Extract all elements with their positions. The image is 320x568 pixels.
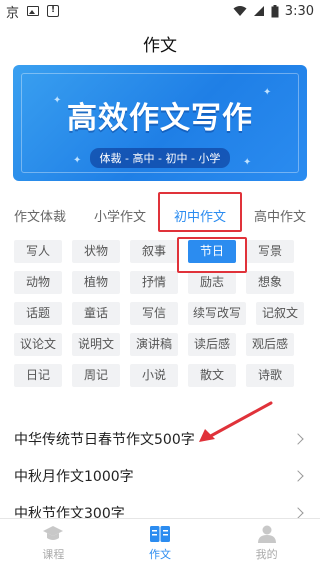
tag-item[interactable]: 演讲稿 bbox=[130, 333, 178, 356]
tag-item[interactable]: 写人 bbox=[14, 240, 62, 263]
nav-course[interactable]: 课程 bbox=[0, 519, 107, 568]
tag-grid: 写人 状物 叙事 节日 写景 动物 植物 抒情 励志 想象 话题 童话 写信 续… bbox=[14, 240, 314, 387]
tab-primary[interactable]: 小学作文 bbox=[92, 202, 148, 229]
tab-junior-high[interactable]: 初中作文 bbox=[172, 202, 228, 232]
chevron-right-icon bbox=[292, 506, 304, 519]
tag-item[interactable]: 议论文 bbox=[14, 333, 62, 356]
nav-course-label: 课程 bbox=[42, 548, 65, 561]
bottom-nav: 课程 作文 我的 bbox=[0, 518, 320, 568]
tag-item[interactable]: 童话 bbox=[72, 302, 120, 325]
article-list: 中华传统节日春节作文500字 中秋月作文1000字 中秋节作文300字 bbox=[0, 420, 320, 531]
tag-item[interactable]: 周记 bbox=[72, 364, 120, 387]
alert-icon: ! bbox=[47, 5, 60, 17]
page-title: 作文 bbox=[143, 35, 177, 56]
chevron-right-icon bbox=[292, 469, 304, 482]
status-time: 3:30 bbox=[284, 3, 314, 19]
tag-item[interactable]: 动物 bbox=[14, 271, 62, 294]
list-item-title: 中华传统节日春节作文500字 bbox=[14, 431, 195, 448]
list-item-title: 中秋月作文1000字 bbox=[14, 468, 134, 485]
graduation-cap-icon bbox=[43, 526, 64, 540]
tag-item[interactable]: 说明文 bbox=[72, 333, 120, 356]
tab-genre[interactable]: 作文体裁 bbox=[12, 202, 68, 229]
list-item[interactable]: 中秋月作文1000字 bbox=[0, 457, 320, 494]
nav-essay[interactable]: 作文 bbox=[107, 519, 214, 568]
user-icon bbox=[257, 525, 276, 543]
tag-item[interactable]: 状物 bbox=[72, 240, 120, 263]
banner-subtitle-text: 体裁 - 高中 - 初中 - 小学 bbox=[89, 148, 231, 168]
tag-item[interactable]: 想象 bbox=[246, 271, 294, 294]
tag-item[interactable]: 记叙文 bbox=[256, 302, 304, 325]
tag-item[interactable]: 写信 bbox=[130, 302, 178, 325]
banner-subtitle: 体裁 - 高中 - 初中 - 小学 bbox=[13, 147, 307, 168]
category-tabs: 作文体裁 小学作文 初中作文 高中作文 bbox=[0, 200, 320, 232]
tag-item[interactable]: 抒情 bbox=[130, 271, 178, 294]
tag-item[interactable]: 读后感 bbox=[188, 333, 236, 356]
battery-icon bbox=[271, 4, 279, 17]
tag-item[interactable]: 诗歌 bbox=[246, 364, 294, 387]
nav-profile-label: 我的 bbox=[255, 548, 278, 561]
tab-senior-high[interactable]: 高中作文 bbox=[252, 202, 308, 229]
tag-item[interactable]: 小说 bbox=[130, 364, 178, 387]
signal-icon bbox=[253, 6, 264, 16]
status-app-icon: 京 bbox=[6, 5, 20, 21]
status-bar: 京 ! 3:30 bbox=[0, 0, 320, 22]
tag-item[interactable]: 写景 bbox=[246, 240, 294, 263]
tag-item[interactable]: 叙事 bbox=[130, 240, 178, 263]
tag-item[interactable]: 日记 bbox=[14, 364, 62, 387]
tag-item-selected[interactable]: 节日 bbox=[188, 240, 236, 263]
list-item[interactable]: 中华传统节日春节作文500字 bbox=[0, 420, 320, 457]
chevron-right-icon bbox=[292, 432, 304, 445]
promo-banner[interactable]: ✦ ✦ ✦ ✦ 高效作文写作 体裁 - 高中 - 初中 - 小学 bbox=[13, 65, 307, 181]
image-icon bbox=[27, 6, 40, 16]
tag-item[interactable]: 植物 bbox=[72, 271, 120, 294]
tag-item[interactable]: 观后感 bbox=[246, 333, 294, 356]
tag-item[interactable]: 话题 bbox=[14, 302, 62, 325]
nav-essay-label: 作文 bbox=[149, 548, 171, 561]
banner-title: 高效作文写作 bbox=[67, 101, 253, 136]
tag-item[interactable]: 续写改写 bbox=[188, 302, 246, 325]
wifi-icon bbox=[233, 6, 247, 16]
tag-item[interactable]: 励志 bbox=[188, 271, 236, 294]
book-icon bbox=[150, 526, 170, 542]
tag-item[interactable]: 散文 bbox=[188, 364, 236, 387]
nav-profile[interactable]: 我的 bbox=[213, 519, 320, 568]
